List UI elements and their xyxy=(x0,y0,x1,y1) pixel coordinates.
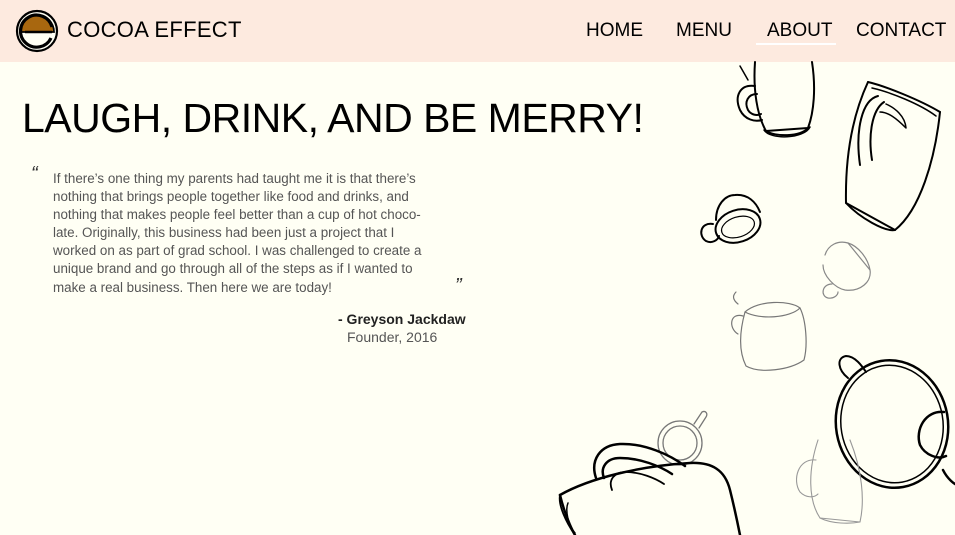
nav-active-indicator xyxy=(756,43,836,45)
quote-line: If there’s one thing my parents had taug… xyxy=(53,171,416,186)
quote-line: nothing that makes people feel better th… xyxy=(53,207,421,223)
brand-name[interactable]: COCOA EFFECT xyxy=(67,17,242,43)
quote-line: worked on as part of grad school. I was … xyxy=(53,243,422,259)
site-header: COCOA EFFECT HOME MENU ABOUT CONTACT xyxy=(0,0,955,62)
nav-about[interactable]: ABOUT xyxy=(767,20,832,42)
open-quote-mark: “ xyxy=(31,163,38,185)
quote-line: nothing that brings people together like… xyxy=(53,189,409,205)
testimonial-quote: If there’s one thing my parents had taug… xyxy=(53,170,463,297)
quote-line: late. Originally, this business had been… xyxy=(53,225,395,241)
cocoa-c-logo-icon[interactable] xyxy=(15,9,59,53)
close-quote-mark: ” xyxy=(455,275,462,297)
testimonial-author: - Greyson Jackdaw xyxy=(338,311,466,327)
falling-mugs-icon xyxy=(558,61,955,535)
nav-contact[interactable]: CONTACT xyxy=(856,20,946,42)
quote-line: make a real business. Then here we are t… xyxy=(53,279,332,295)
testimonial-author-role: Founder, 2016 xyxy=(347,329,438,345)
quote-line: unique brand and go through all of the s… xyxy=(53,261,413,277)
nav-menu[interactable]: MENU xyxy=(676,20,732,42)
nav-home[interactable]: HOME xyxy=(586,20,643,42)
